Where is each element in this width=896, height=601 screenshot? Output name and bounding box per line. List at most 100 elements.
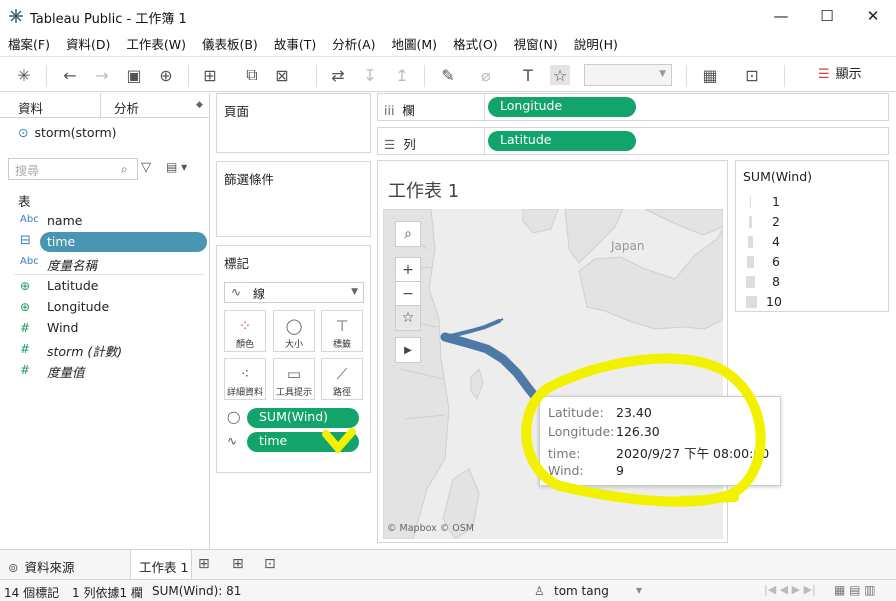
legend-size-swatch: [746, 276, 755, 288]
menu-format[interactable]: 格式(O): [445, 32, 506, 54]
tab-analysis[interactable]: 分析: [114, 98, 139, 117]
redo-icon[interactable]: →: [92, 65, 112, 85]
menu-data[interactable]: 資料(D): [58, 32, 118, 54]
legend-size-swatch: [749, 216, 752, 228]
columns-shelf[interactable]: iii 欄 Longitude: [377, 93, 889, 122]
menu-dashboard[interactable]: 儀表板(B): [194, 32, 266, 54]
field-measure-values[interactable]: # 度量值: [0, 360, 210, 381]
zoom-out-icon[interactable]: −: [395, 281, 421, 307]
latitude-pill[interactable]: Latitude: [488, 131, 636, 151]
string-icon: Abc: [20, 214, 39, 225]
search-input[interactable]: 搜尋 ⌕: [8, 158, 138, 180]
legend-size-swatch: [748, 236, 753, 248]
tableau-home-icon[interactable]: ✳: [14, 65, 34, 85]
show-cards-icon[interactable]: ▦: [700, 65, 720, 85]
menu-window[interactable]: 視窗(N): [506, 32, 566, 54]
close-button[interactable]: ✕: [850, 0, 896, 32]
filter-icon[interactable]: ▽: [141, 160, 151, 175]
swap-icon[interactable]: ⇄: [328, 65, 348, 85]
tab-data[interactable]: 資料: [18, 98, 43, 117]
sort-descending-icon[interactable]: ↥: [392, 65, 412, 85]
columns-icon: iii: [384, 103, 395, 118]
label-button[interactable]: ⊤ 標籤: [321, 310, 363, 352]
marks-count: 14 個標記: [4, 586, 60, 600]
pane-tabs: 資料 分析 ◆: [0, 93, 210, 118]
map-search-icon[interactable]: ⌕: [395, 221, 421, 247]
field-longitude[interactable]: ⊕ Longitude: [0, 297, 210, 318]
save-icon[interactable]: ▣: [124, 65, 144, 85]
map-canvas[interactable]: Japan ⌕ + − ☆ ▶ © Mapbox © OSM: [383, 209, 723, 539]
datasource[interactable]: ⊙ storm(storm): [18, 125, 117, 140]
show-me-button[interactable]: ☰ 顯示: [818, 63, 862, 82]
clear-sheet-icon[interactable]: ⊠: [272, 65, 292, 85]
filters-shelf[interactable]: 篩選條件: [216, 161, 371, 237]
field-time[interactable]: ⊟ time: [0, 232, 210, 253]
new-dashboard-icon[interactable]: ⊞: [232, 556, 244, 572]
chevron-down-icon[interactable]: ▾: [636, 583, 642, 597]
sum-wind-pill[interactable]: SUM(Wind): [247, 408, 359, 428]
tab-menu-icon[interactable]: ◆: [196, 100, 203, 110]
path-icon: ⟋: [336, 365, 348, 383]
new-story-icon[interactable]: ⊡: [264, 556, 276, 572]
size-button[interactable]: ◯ 大小: [273, 310, 315, 352]
datasource-tab[interactable]: ⊚ 資料來源: [8, 557, 75, 576]
field-wind[interactable]: # Wind: [0, 318, 210, 339]
menu-story[interactable]: 故事(T): [266, 32, 324, 54]
tab-divider: [100, 93, 101, 118]
label-icon: ⊤: [335, 317, 349, 335]
title-bar: Tableau Public - 工作簿 1 — ☐ ✕: [0, 0, 896, 32]
field-measure-names[interactable]: Abc 度量名稱: [0, 253, 210, 274]
field-storm-count[interactable]: # storm (計數): [0, 339, 210, 360]
tooltip-row: time: 2020/9/27 下午 08:00:00: [548, 446, 770, 461]
chevron-down-icon: ▼: [351, 287, 358, 297]
sheet-navigation-icon[interactable]: |◀ ◀ ▶ ▶|: [764, 583, 816, 596]
pages-shelf[interactable]: 頁面: [216, 93, 371, 153]
string-icon: Abc: [20, 256, 39, 267]
new-worksheet-icon[interactable]: ⊞: [198, 556, 210, 572]
select-tool-icon[interactable]: ☆: [395, 305, 421, 331]
date-icon: ⊟: [20, 233, 31, 248]
path-button[interactable]: ⟋ 路徑: [321, 358, 363, 400]
highlight-icon[interactable]: ✎: [438, 65, 458, 85]
size-legend[interactable]: SUM(Wind) 1 2 4 6 8 10: [735, 160, 889, 312]
longitude-pill[interactable]: Longitude: [488, 97, 636, 117]
sort-ascending-icon[interactable]: ↧: [360, 65, 380, 85]
menu-worksheet[interactable]: 工作表(W): [118, 32, 194, 54]
color-button[interactable]: ⁘ 顏色: [224, 310, 266, 352]
show-labels-icon[interactable]: T: [518, 65, 538, 85]
tooltip-toggle-icon[interactable]: ☆: [550, 65, 570, 85]
new-sheet-icon[interactable]: ⊞: [200, 65, 220, 85]
mark-type-dropdown[interactable]: ∿ 線 ▼: [224, 282, 364, 303]
menu-file[interactable]: 檔案(F): [0, 32, 58, 54]
menu-map[interactable]: 地圖(M): [384, 32, 446, 54]
rows-shelf[interactable]: ☰ 列 Latitude: [377, 127, 889, 156]
maximize-button[interactable]: ☐: [804, 0, 850, 32]
zoom-in-icon[interactable]: +: [395, 257, 421, 283]
duplicate-sheet-icon[interactable]: ⧉: [242, 65, 262, 85]
sheet1-tab[interactable]: 工作表 1: [130, 550, 192, 580]
detail-button[interactable]: ⁖ 詳細資料: [224, 358, 266, 400]
data-pane: 資料 分析 ◆ ⊙ storm(storm) 搜尋 ⌕ ▽ ▤ ▾ 表 Abc n…: [0, 93, 210, 549]
new-datasource-icon[interactable]: ⊕: [156, 65, 176, 85]
field-latitude[interactable]: ⊕ Latitude: [0, 276, 210, 297]
sheet-sorter-icon[interactable]: ▦ ▤ ▥: [834, 583, 876, 597]
field-name[interactable]: Abc name: [0, 211, 210, 232]
datasource-icon: ⊙: [18, 125, 29, 140]
user-name[interactable]: tom tang: [554, 584, 609, 598]
time-pill[interactable]: time: [247, 432, 359, 452]
color-icon: ⁘: [238, 317, 252, 335]
menu-analysis[interactable]: 分析(A): [324, 32, 383, 54]
tooltip-button[interactable]: ▭ 工具提示: [273, 358, 315, 400]
minimize-button[interactable]: —: [758, 0, 804, 32]
fit-dropdown[interactable]: ▼: [584, 64, 672, 86]
detail-icon: ⁖: [240, 365, 250, 383]
menu-help[interactable]: 說明(H): [566, 32, 626, 54]
presentation-icon[interactable]: ⊡: [742, 65, 762, 85]
number-icon: #: [20, 321, 31, 335]
group-icon[interactable]: ⌀: [476, 65, 496, 85]
undo-icon[interactable]: ←: [60, 65, 80, 85]
expand-toolbar-icon[interactable]: ▶: [395, 337, 421, 363]
toolbar-separator: [46, 65, 47, 87]
view-options-icon[interactable]: ▤ ▾: [166, 160, 187, 174]
rows-cols-info: 1 列依據1 欄: [72, 586, 143, 600]
